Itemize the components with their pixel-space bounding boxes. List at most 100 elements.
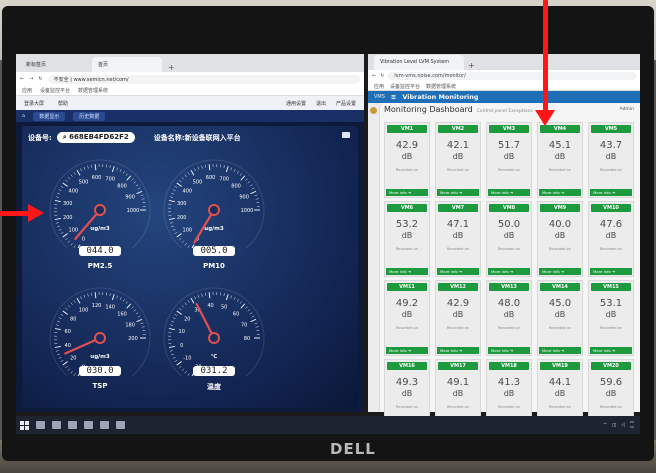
gauge-minor-tick [57, 320, 61, 323]
reload-icon[interactable]: ↻ [380, 73, 384, 79]
gauge-tick-label: 60 [65, 329, 71, 335]
system-tray: ^ ◫ ◁ ▭ ▭ [603, 420, 640, 431]
menu-item-general-settings[interactable]: 通用设置 [286, 100, 306, 107]
gauge-major-tick [190, 169, 195, 176]
arrow-circle-icon: ➜ [407, 190, 412, 195]
forward-icon[interactable]: → [29, 76, 33, 82]
volume-icon[interactable]: ◁ [621, 423, 624, 428]
gauge-tick-label: 1000 [127, 208, 140, 214]
windows-start-icon[interactable] [20, 420, 29, 430]
file-explorer-icon[interactable] [68, 421, 77, 429]
more-info-link[interactable]: More info ➜ [386, 268, 428, 275]
gauge-major-tick [94, 292, 97, 299]
sensor-card-note: Recorded on [600, 405, 622, 409]
gauge-minor-tick [187, 300, 190, 303]
gauge-minor-tick [174, 313, 178, 316]
right-url-field[interactable]: lvm-vms.noise.com/monitor/ [388, 72, 636, 80]
annotation-arrow-right [0, 211, 30, 216]
back-icon[interactable]: ← [372, 73, 376, 79]
more-info-link[interactable]: More info ➜ [488, 189, 530, 196]
gauge-hub [94, 332, 106, 344]
clock[interactable]: ▭ ▭ [630, 420, 634, 431]
gauge-minor-tick [187, 373, 190, 376]
gauge-minor-tick [255, 198, 259, 200]
sensor-card-unit: dB [503, 152, 515, 161]
left-tab-1[interactable]: 新标签页 [20, 57, 90, 72]
bookmark-item[interactable]: 数据管理系统 [78, 87, 108, 94]
browser-icon[interactable] [100, 421, 109, 429]
arrow-circle-icon: ➜ [611, 348, 616, 353]
menu-item-product-settings[interactable]: 产品设置 [336, 100, 356, 107]
gauge-unit-label: ug/m3 [90, 226, 110, 232]
bookmark-item[interactable]: 应用 [374, 83, 384, 90]
gauge-pm10: 0 100 200 300 400 500 600 700 800 900 1000 ug/m3 [154, 148, 274, 248]
monitoring-main: Monitoring Dashboard Control panel Excep… [380, 103, 640, 434]
more-info-link[interactable]: More info ➜ [386, 189, 428, 196]
bookmark-item[interactable]: 应用 [22, 87, 32, 94]
more-info-link[interactable]: More info ➜ [539, 347, 581, 354]
more-info-label: More info [440, 190, 458, 195]
bookmark-item[interactable]: 设备监控平台 [40, 87, 70, 94]
gauge-minor-tick [247, 181, 251, 184]
menu-icon[interactable]: ≡ [391, 93, 396, 101]
sensor-card-note: Recorded on [396, 247, 418, 251]
left-url-field[interactable]: 不安全 | www.semicn.net/com/ [47, 74, 360, 84]
more-info-link[interactable]: More info ➜ [386, 347, 428, 354]
gauge-minor-tick [70, 242, 73, 246]
menu-item-logout[interactable]: 退出 [316, 100, 326, 107]
more-info-link[interactable]: More info ➜ [437, 189, 479, 196]
tray-chevron-icon[interactable]: ^ [603, 423, 607, 428]
bookmark-item[interactable]: 数据管理系统 [426, 83, 456, 90]
fullscreen-icon[interactable] [342, 132, 350, 138]
device-id-field[interactable]: ⌕ 668EB4FD62F2 [56, 132, 135, 143]
more-info-link[interactable]: More info ➜ [437, 347, 479, 354]
more-info-link[interactable]: More info ➜ [590, 189, 632, 196]
more-info-label: More info [542, 190, 560, 195]
app-icon[interactable] [116, 421, 125, 429]
task-view-icon[interactable] [52, 421, 61, 429]
gauge-minor-tick [245, 306, 248, 309]
nav-tab-data-display[interactable]: 数据显示 [33, 111, 66, 121]
new-tab-icon[interactable]: + [464, 61, 479, 70]
new-tab-icon[interactable]: + [164, 63, 179, 72]
arrow-circle-icon: ➜ [509, 190, 514, 195]
reload-icon[interactable]: ↻ [38, 76, 42, 82]
gauge-tick-label: 50 [221, 305, 227, 311]
admin-link[interactable]: Admin [620, 107, 634, 112]
right-app-bar: VMS ≡ Vibration Monitoring [368, 91, 640, 103]
left-tab-2[interactable]: 首页 [92, 57, 162, 72]
gauge-minor-tick [169, 324, 173, 326]
gauge-minor-tick [172, 317, 176, 320]
gauge-major-tick [168, 217, 175, 221]
sensor-card-id: VM2 [438, 125, 478, 133]
app-icon[interactable] [84, 421, 93, 429]
more-info-link[interactable]: More info ➜ [437, 268, 479, 275]
gauge-minor-tick [87, 293, 89, 297]
search-icon[interactable] [36, 421, 45, 429]
right-tab[interactable]: Vibration Level LVM System [374, 55, 464, 70]
more-info-link[interactable]: More info ➜ [488, 268, 530, 275]
network-icon[interactable]: ◫ [612, 423, 616, 428]
gauge-minor-tick [174, 360, 178, 363]
more-info-link[interactable]: More info ➜ [590, 268, 632, 275]
left-app-menu: 登录大屏 帮助 通用设置 退出 产品设置 [16, 96, 364, 110]
more-info-link[interactable]: More info ➜ [590, 347, 632, 354]
more-info-link[interactable]: More info ➜ [539, 268, 581, 275]
gauge-minor-tick [55, 222, 59, 224]
menu-item-help[interactable]: 帮助 [58, 100, 68, 107]
home-icon[interactable]: ⌂ [22, 113, 25, 119]
device-name: 设备名称:新设备联网入平台 [153, 133, 241, 142]
more-info-link[interactable]: More info ➜ [488, 347, 530, 354]
right-body: Monitoring Dashboard Control panel Excep… [368, 103, 640, 434]
user-avatar-icon[interactable] [370, 107, 377, 114]
back-icon[interactable]: ← [20, 76, 24, 82]
menu-item-big-screen[interactable]: 登录大屏 [24, 100, 44, 107]
sensor-card-note: Recorded on [447, 326, 469, 330]
gauge-minor-tick [58, 189, 62, 192]
more-info-link[interactable]: More info ➜ [539, 189, 581, 196]
sensor-card-id: VM10 [591, 204, 631, 212]
bookmark-item[interactable]: 设备监控平台 [390, 83, 420, 90]
gauge-minor-tick [174, 232, 178, 235]
nav-tab-history[interactable]: 历史数据 [73, 111, 106, 121]
sensor-card: VM13 48.0 dB Recorded on More info ➜ [486, 280, 532, 356]
